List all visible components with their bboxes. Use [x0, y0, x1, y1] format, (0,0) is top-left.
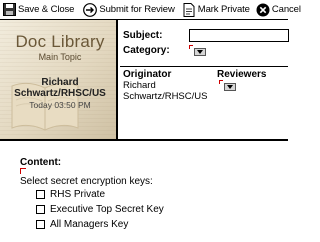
mark-private-label: Mark Private — [197, 4, 250, 15]
library-subtitle: Main Topic — [38, 52, 82, 62]
arrow-right-circle-icon — [83, 2, 98, 17]
subject-field[interactable] — [189, 29, 289, 42]
field-marker — [219, 80, 223, 84]
category-label: Category: — [123, 45, 170, 56]
key-option-all-managers[interactable]: All Managers Key — [36, 219, 128, 230]
mark-private-button[interactable]: Mark Private — [180, 0, 252, 20]
content-label: Content: — [20, 157, 62, 168]
checkbox[interactable] — [36, 220, 45, 229]
submit-review-button[interactable]: Submit for Review — [81, 0, 176, 20]
save-close-label: Save & Close — [18, 4, 75, 15]
chevron-down-icon[interactable] — [224, 83, 236, 91]
save-close-button[interactable]: Save & Close — [0, 0, 76, 20]
library-title: Doc Library — [15, 32, 105, 51]
floppy-disk-icon — [2, 3, 16, 17]
created-date: Today 03:50 PM — [29, 100, 91, 110]
category-dropdown[interactable] — [189, 44, 206, 56]
key-label: Executive Top Secret Key — [50, 204, 164, 215]
form-header: Doc Library Main Topic Richard Schwartz/… — [0, 20, 289, 141]
field-marker — [189, 45, 193, 49]
doc-library-banner: Doc Library Main Topic Richard Schwartz/… — [0, 20, 118, 139]
originator-label: Originator — [123, 69, 172, 80]
key-label: All Managers Key — [50, 219, 129, 230]
key-option-rhs-private[interactable]: RHS Private — [36, 189, 105, 200]
submit-review-label: Submit for Review — [99, 4, 175, 15]
reviewers-dropdown[interactable] — [219, 79, 236, 91]
key-label: RHS Private — [50, 189, 106, 200]
cancel-label: Cancel — [271, 4, 301, 15]
subject-label: Subject: — [123, 30, 163, 41]
metadata-panel: Subject: Category: Originator Reviewers … — [120, 20, 289, 139]
section-divider — [120, 66, 288, 67]
checkbox[interactable] — [36, 205, 45, 214]
checkbox[interactable] — [36, 190, 45, 199]
content-field[interactable] — [20, 168, 26, 174]
originator-value: Richard Schwartz/RHSC/US — [123, 80, 208, 102]
action-bar: Save & Close Submit for Review Mark Priv… — [0, 0, 301, 20]
chevron-down-icon[interactable] — [194, 48, 206, 56]
close-circle-icon — [256, 3, 270, 17]
cancel-button[interactable]: Cancel — [254, 0, 303, 20]
key-option-executive-top-secret[interactable]: Executive Top Secret Key — [36, 204, 164, 215]
author-name: Richard Schwartz/RHSC/US — [14, 77, 106, 99]
page-icon — [182, 2, 196, 17]
encryption-keys-label: Select secret encryption keys: — [20, 176, 153, 187]
